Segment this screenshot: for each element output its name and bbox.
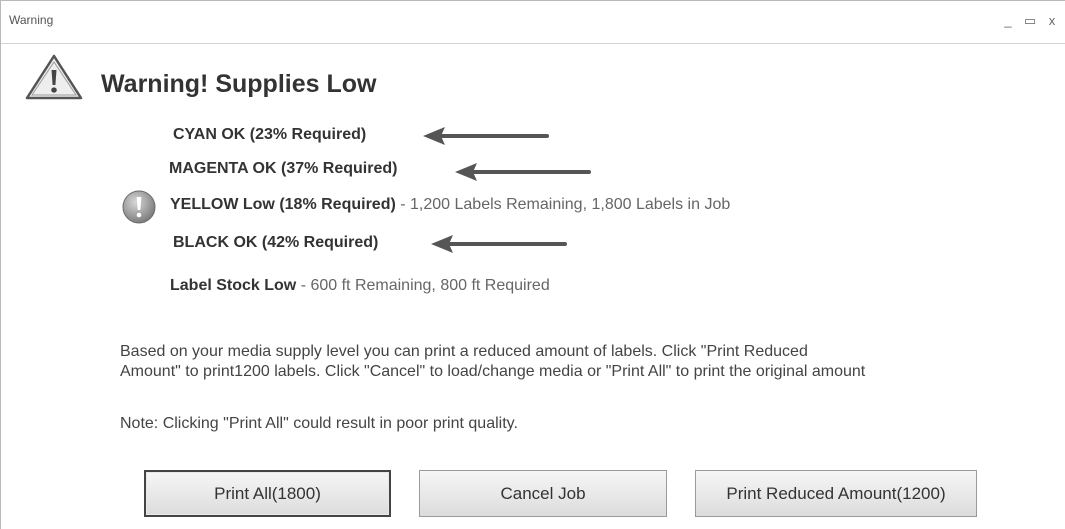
yellow-label: YELLOW Low (18% Required) [170,196,396,213]
cyan-label: CYAN OK (23% Required) [173,126,367,143]
black-label: BLACK OK (42% Required) [173,234,379,251]
print-all-button[interactable]: Print All(1800) [144,470,391,517]
window-controls: _ ▭ x [1001,13,1059,29]
explanation-line-1: Based on your media supply level you can… [120,343,808,360]
arrow-left-icon [423,127,549,145]
print-reduced-button[interactable]: Print Reduced Amount(1200) [695,470,977,517]
label-stock-detail: - 600 ft Remaining, 800 ft Required [296,277,550,294]
label-stock-status: Label Stock Low - 600 ft Remaining, 800 … [170,277,550,295]
window-title: Warning [9,13,54,27]
arrow-left-icon [455,163,591,181]
cancel-job-button[interactable]: Cancel Job [419,470,667,517]
maximize-button[interactable]: ▭ [1023,13,1037,29]
magenta-status: MAGENTA OK (37% Required) [169,160,397,178]
note-text: Note: Clicking "Print All" could result … [120,415,518,432]
exclamation-icon [122,190,156,224]
close-button[interactable]: x [1045,13,1059,29]
title-bar[interactable]: Warning _ ▭ x [1,1,1065,44]
black-status: BLACK OK (42% Required) [173,234,378,252]
yellow-status: YELLOW Low (18% Required) - 1,200 Labels… [170,196,730,214]
yellow-detail: - 1,200 Labels Remaining, 1,800 Labels i… [395,196,731,213]
explanation-line-2: Amount" to print1200 labels. Click "Canc… [120,363,866,380]
label-stock-label: Label Stock Low [170,277,297,294]
warning-dialog: Warning _ ▭ x Warning! Supplies Low CYAN… [0,0,1065,529]
cyan-status: CYAN OK (23% Required) [173,126,366,144]
explanation-text: Based on your media supply level you can… [120,342,1060,382]
warning-triangle-icon [25,54,83,100]
dialog-heading: Warning! Supplies Low [101,70,377,98]
minimize-button[interactable]: _ [1001,13,1015,29]
magenta-label: MAGENTA OK (37% Required) [169,160,398,177]
arrow-left-icon [431,235,567,253]
